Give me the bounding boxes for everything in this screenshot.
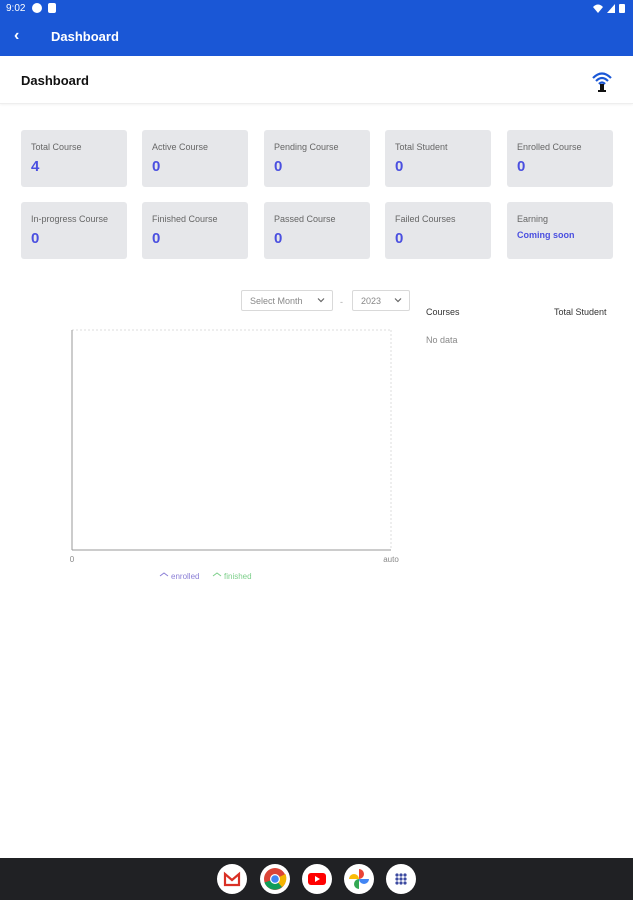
stat-label: Enrolled Course (517, 142, 582, 152)
status-bar: 9:02 (0, 0, 633, 18)
stat-card-finished-course: Finished Course 0 (142, 202, 248, 259)
connection-status-icon[interactable] (591, 70, 613, 92)
legend-enrolled-label: enrolled (171, 572, 199, 581)
filter-separator: - (340, 297, 343, 307)
month-select-placeholder: Select Month (250, 296, 303, 306)
stat-card-passed-course: Passed Course 0 (264, 202, 370, 259)
chevron-down-icon (317, 298, 325, 303)
stat-value: 0 (152, 158, 161, 175)
stat-value: 0 (517, 158, 526, 175)
battery-icon (619, 4, 625, 13)
stat-label: Failed Courses (395, 214, 456, 224)
stat-value: 0 (31, 230, 40, 247)
back-button[interactable]: ‹ (14, 27, 19, 45)
x-tick-label-end: auto (383, 555, 399, 564)
page-header: Dashboard (0, 56, 633, 104)
legend-finished-label: finished (224, 572, 252, 581)
signal-icon (607, 3, 615, 13)
year-select-value: 2023 (361, 296, 382, 306)
stat-value: 0 (395, 158, 404, 175)
stat-label: Pending Course (274, 142, 339, 152)
chevron-down-icon (394, 298, 402, 303)
stat-card-failed-courses: Failed Courses 0 (385, 202, 491, 259)
sim-card-icon (48, 3, 56, 13)
gmail-icon[interactable] (217, 864, 247, 894)
stat-card-earning: Earning Coming soon (507, 202, 613, 259)
table-empty-text: No data (426, 335, 458, 345)
enrollment-chart: 0 auto enrolled finished (70, 329, 399, 581)
stat-value: 0 (274, 230, 283, 247)
stat-label: Finished Course (152, 214, 218, 224)
legend-enrolled-marker (159, 572, 169, 577)
photos-icon[interactable] (344, 864, 374, 894)
month-select[interactable]: Select Month (241, 290, 333, 311)
app-bar: ‹ Dashboard (0, 18, 633, 56)
stat-card-pending-course: Pending Course 0 (264, 130, 370, 187)
stat-label: Total Course (31, 142, 82, 152)
x-tick-label-start: 0 (70, 555, 75, 564)
stat-label: Total Student (395, 142, 448, 152)
table-header-total-student: Total Student (554, 307, 607, 317)
status-time: 9:02 (6, 3, 26, 14)
legend-finished-marker (212, 572, 222, 577)
stat-card-enrolled-course: Enrolled Course 0 (507, 130, 613, 187)
app-bar-title: Dashboard (51, 29, 119, 44)
stat-value: Coming soon (517, 230, 575, 240)
legend-finished[interactable]: finished (212, 572, 252, 581)
stat-card-in-progress-course: In-progress Course 0 (21, 202, 127, 259)
system-dock (0, 858, 633, 900)
stat-value: 0 (274, 158, 283, 175)
stat-card-active-course: Active Course 0 (142, 130, 248, 187)
chrome-icon[interactable] (260, 864, 290, 894)
stat-value: 4 (31, 158, 40, 175)
stat-label: Passed Course (274, 214, 336, 224)
app-drawer-icon[interactable] (386, 864, 416, 894)
year-select[interactable]: 2023 (352, 290, 410, 311)
notification-icon (32, 3, 42, 13)
stat-label: In-progress Course (31, 214, 109, 224)
stat-label: Active Course (152, 142, 209, 152)
youtube-icon[interactable] (302, 864, 332, 894)
stat-card-total-course: Total Course 4 (21, 130, 127, 187)
stat-value: 0 (152, 230, 161, 247)
legend-enrolled[interactable]: enrolled (159, 572, 199, 581)
table-header-courses: Courses (426, 307, 460, 317)
page-title: Dashboard (21, 73, 89, 88)
stat-card-total-student: Total Student 0 (385, 130, 491, 187)
stat-value: 0 (395, 230, 404, 247)
stat-label: Earning (517, 214, 549, 224)
wifi-status-icon (593, 4, 603, 13)
